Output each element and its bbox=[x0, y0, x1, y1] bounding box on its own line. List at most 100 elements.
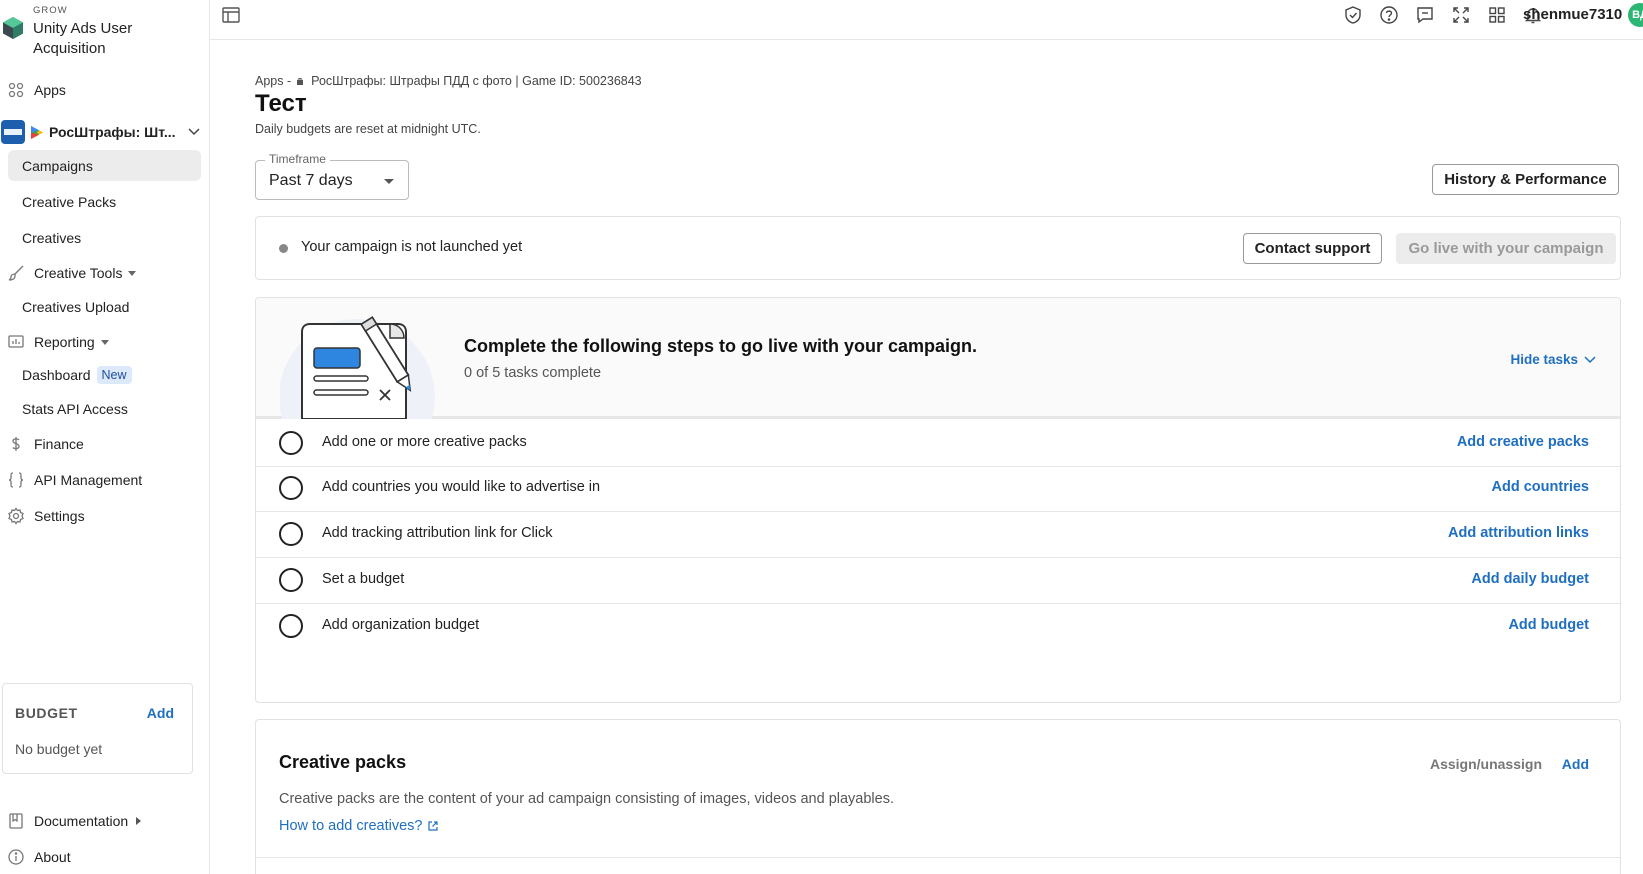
budget-title: BUDGET bbox=[15, 705, 78, 721]
sidebar: GROW Unity Ads User Acquisition Apps Рос… bbox=[0, 0, 210, 874]
brand-title: Unity Ads User Acquisition bbox=[33, 20, 133, 57]
caret-down-icon bbox=[384, 179, 394, 184]
caret-down-icon bbox=[128, 270, 137, 276]
new-badge: New bbox=[96, 365, 132, 384]
task-incomplete-circle-icon bbox=[279, 431, 303, 455]
help-link-label: How to add creatives? bbox=[279, 818, 423, 834]
breadcrumb-app[interactable]: РосШтрафы: Штрафы ПДД с фото bbox=[311, 74, 512, 88]
task-label: Add one or more creative packs bbox=[322, 434, 527, 450]
timeframe-label: Timeframe bbox=[265, 152, 330, 166]
task-incomplete-circle-icon bbox=[279, 614, 303, 638]
sidebar-item-apps[interactable]: Apps bbox=[0, 74, 210, 106]
fullscreen-icon[interactable] bbox=[1451, 5, 1471, 25]
sidebar-item-stats-api[interactable]: Stats API Access bbox=[8, 393, 201, 424]
help-icon[interactable] bbox=[1379, 5, 1399, 25]
budget-add-button[interactable]: Add bbox=[147, 705, 174, 721]
external-link-icon bbox=[428, 821, 439, 831]
task-incomplete-circle-icon bbox=[279, 522, 303, 546]
sidebar-item-creative-tools[interactable]: Creative Tools bbox=[0, 257, 210, 289]
app-selector[interactable]: РосШтрафы: Шт... bbox=[0, 116, 210, 148]
task-label: Add countries you would like to advertis… bbox=[322, 479, 601, 495]
breadcrumb-game-id: | Game ID: 500236843 bbox=[515, 74, 642, 88]
braces-icon bbox=[8, 472, 24, 488]
status-text: Your campaign is not launched yet bbox=[301, 239, 523, 255]
sidebar-item-documentation[interactable]: Documentation bbox=[0, 805, 210, 837]
sidebar-item-label: Settings bbox=[34, 508, 85, 524]
creative-packs-card: Creative packs Assign/unassign Add Creat… bbox=[255, 719, 1621, 874]
android-icon bbox=[297, 78, 304, 85]
dollar-icon bbox=[12, 437, 20, 451]
sidebar-item-label: About bbox=[34, 849, 71, 865]
task-row: Set a budget Add daily budget bbox=[256, 556, 1620, 604]
sidebar-item-settings[interactable]: Settings bbox=[0, 500, 210, 532]
timeframe-value: Past 7 days bbox=[269, 172, 353, 189]
breadcrumb-apps[interactable]: Apps bbox=[255, 74, 284, 88]
add-attribution-links-link[interactable]: Add attribution links bbox=[1448, 525, 1589, 541]
sidebar-toggle-icon[interactable] bbox=[222, 7, 240, 23]
contact-support-button[interactable]: Contact support bbox=[1243, 233, 1382, 264]
hide-tasks-label: Hide tasks bbox=[1510, 352, 1578, 367]
sidebar-item-campaigns[interactable]: Campaigns bbox=[8, 150, 201, 181]
grid-icon bbox=[8, 82, 24, 98]
sidebar-item-label: Documentation bbox=[34, 813, 129, 829]
sidebar-item-label: Apps bbox=[34, 82, 66, 98]
unity-grow-logo-icon bbox=[3, 17, 23, 39]
task-row: Add countries you would like to advertis… bbox=[256, 464, 1620, 512]
sidebar-item-dashboard[interactable]: Dashboard New bbox=[8, 359, 201, 390]
shield-check-icon[interactable] bbox=[1343, 5, 1363, 25]
hide-tasks-button[interactable]: Hide tasks bbox=[1510, 352, 1596, 367]
assign-unassign-button[interactable]: Assign/unassign bbox=[1430, 756, 1542, 772]
top-bar: shenmue7310 ВД bbox=[210, 0, 1643, 40]
brush-icon bbox=[8, 265, 24, 281]
sidebar-item-about[interactable]: About bbox=[0, 841, 210, 873]
creative-packs-title: Creative packs bbox=[279, 752, 407, 772]
sidebar-item-creatives-upload[interactable]: Creatives Upload bbox=[8, 291, 201, 322]
go-live-steps-card: Complete the following steps to go live … bbox=[255, 297, 1621, 703]
caret-right-icon bbox=[136, 817, 142, 825]
sidebar-item-label: Creative Tools bbox=[34, 265, 123, 281]
steps-progress: 0 of 5 tasks complete bbox=[464, 365, 602, 381]
add-creative-packs-link[interactable]: Add creative packs bbox=[1457, 434, 1589, 450]
top-icon-group bbox=[1327, 5, 1543, 25]
add-daily-budget-link[interactable]: Add daily budget bbox=[1471, 571, 1589, 587]
app-thumbnail bbox=[1, 120, 25, 144]
add-countries-link[interactable]: Add countries bbox=[1492, 479, 1589, 495]
main-content: Apps - РосШтрафы: Штрафы ПДД с фото | Ga… bbox=[210, 40, 1643, 874]
add-creative-pack-button[interactable]: Add bbox=[1562, 756, 1589, 772]
add-budget-link[interactable]: Add budget bbox=[1508, 617, 1589, 633]
sidebar-item-label: Campaigns bbox=[22, 157, 93, 174]
go-live-button[interactable]: Go live with your campaign bbox=[1396, 233, 1616, 264]
task-incomplete-circle-icon bbox=[279, 476, 303, 500]
sidebar-item-creatives[interactable]: Creatives bbox=[8, 222, 201, 253]
budget-widget: BUDGET Add No budget yet bbox=[2, 683, 193, 774]
feedback-icon[interactable] bbox=[1415, 5, 1435, 25]
steps-title: Complete the following steps to go live … bbox=[464, 336, 978, 356]
divider bbox=[256, 857, 1620, 858]
sidebar-item-creative-packs[interactable]: Creative Packs bbox=[8, 186, 201, 217]
task-row: Add tracking attribution link for Click … bbox=[256, 510, 1620, 558]
history-performance-button[interactable]: History & Performance bbox=[1432, 164, 1619, 195]
brand-small-label: GROW bbox=[33, 5, 68, 16]
status-dot-icon bbox=[279, 244, 288, 253]
task-label: Set a budget bbox=[322, 571, 405, 587]
breadcrumb-separator: - bbox=[286, 74, 292, 88]
caret-down-icon bbox=[100, 339, 109, 345]
steps-header: Complete the following steps to go live … bbox=[256, 298, 1620, 419]
report-chart-icon bbox=[8, 335, 24, 348]
sidebar-item-finance[interactable]: Finance bbox=[0, 428, 210, 460]
breadcrumb: Apps - РосШтрафы: Штрафы ПДД с фото | Ga… bbox=[255, 74, 642, 88]
apps-grid-icon[interactable] bbox=[1487, 5, 1507, 25]
google-play-icon bbox=[31, 125, 43, 139]
creative-packs-description: Creative packs are the content of your a… bbox=[279, 791, 894, 807]
sidebar-item-label: API Management bbox=[34, 472, 143, 488]
username[interactable]: shenmue7310 bbox=[1523, 6, 1622, 23]
how-to-add-creatives-link[interactable]: How to add creatives? bbox=[279, 818, 439, 834]
sidebar-item-api-management[interactable]: API Management bbox=[0, 464, 210, 496]
avatar[interactable]: ВД bbox=[1628, 3, 1643, 27]
chevron-down-icon bbox=[188, 128, 200, 136]
task-row: Add one or more creative packs Add creat… bbox=[256, 419, 1620, 467]
timeframe-select[interactable]: Timeframe Past 7 days bbox=[255, 152, 409, 200]
sidebar-item-label: Reporting bbox=[34, 334, 95, 350]
gear-icon bbox=[8, 507, 24, 525]
sidebar-item-reporting[interactable]: Reporting bbox=[0, 326, 210, 358]
